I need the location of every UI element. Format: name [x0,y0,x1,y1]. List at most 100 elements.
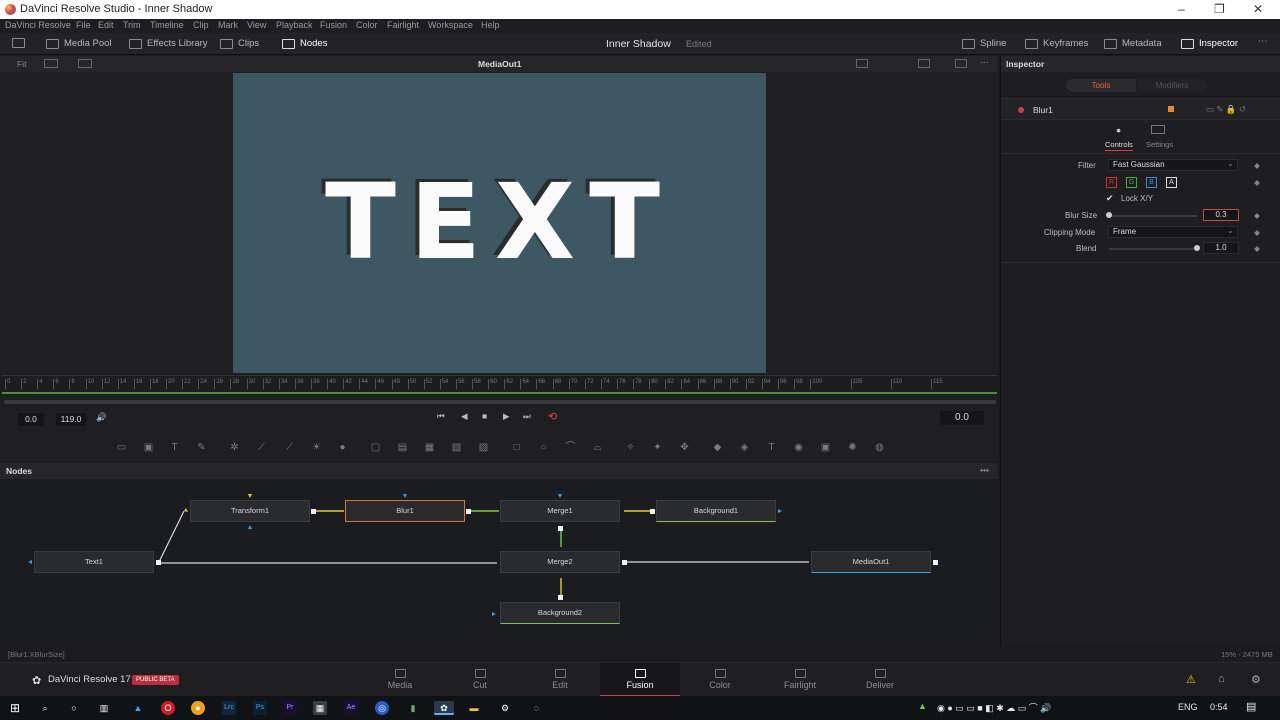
menu-fusion[interactable]: Fusion [320,20,347,30]
chrome-icon[interactable]: ● [191,701,205,715]
page-media[interactable]: Media [360,663,440,697]
media-pool-button[interactable]: Media Pool [46,38,112,49]
node-background2[interactable]: Background2 [500,602,620,624]
filter-dropdown[interactable]: Fast Gaussian [1108,159,1238,171]
matte-control-icon[interactable]: ▦ [423,441,436,454]
page-cut[interactable]: Cut [440,663,520,697]
settings-gear-icon[interactable]: ⚙ [1251,673,1261,686]
planar-tracker-icon[interactable]: ✦ [651,441,664,454]
timeline-scrubber[interactable] [4,400,996,404]
channel-boolean-icon[interactable]: ▤ [396,441,409,454]
menu-clip[interactable]: Clip [193,20,209,30]
tab-modifiers[interactable]: Modifiers [1137,79,1207,92]
roi-icon[interactable] [856,59,868,68]
cortana-icon[interactable]: ○ [67,701,81,715]
menu-edit[interactable]: Edit [98,20,114,30]
clock[interactable]: 0:54 [1210,702,1228,712]
paint-tool-icon[interactable]: ✎ [195,441,208,454]
resize-tool-icon[interactable]: ▧ [450,441,463,454]
view-options-icon[interactable] [44,59,58,68]
keyframe-diamond-icon[interactable] [1254,163,1260,169]
go-to-start-icon[interactable]: ⏮ [437,411,445,422]
app-icon[interactable]: ▲ [131,701,145,715]
text-tool-icon[interactable]: T [168,441,181,454]
bspline-mask-icon[interactable]: ⌓ [591,441,604,454]
viewer-panel[interactable]: TEXT [0,72,998,374]
play-icon[interactable]: ▶ [503,411,510,422]
browser-icon[interactable]: ◎ [375,701,389,715]
background-tool-icon[interactable]: ▭ [115,441,128,454]
rectangle-mask-icon[interactable]: □ [510,441,523,454]
settings-app-icon[interactable]: ⚙ [498,701,512,715]
merge2-output-port[interactable] [622,560,627,565]
effects-library-button[interactable]: Effects Library [129,38,208,49]
calculator-icon[interactable]: ▦ [313,701,327,715]
particles-tool-icon[interactable]: ✲ [228,441,241,454]
keyframe-diamond-icon[interactable] [1254,230,1260,236]
clips-button[interactable]: Clips [220,38,259,49]
light-3d-icon[interactable]: ✺ [846,441,859,454]
tool-enable-toggle[interactable] [1018,107,1024,113]
maximize-button[interactable]: ❐ [1214,2,1225,16]
transform1-output-port[interactable] [311,509,316,514]
channel-b-toggle[interactable]: B [1146,177,1157,188]
page-fusion[interactable]: Fusion [600,663,680,697]
text-3d-icon[interactable]: T [765,441,778,454]
page-fairlight[interactable]: Fairlight [760,663,840,697]
blur-size-field[interactable]: 0.3 [1203,209,1239,221]
minimize-button[interactable]: – [1178,2,1185,16]
keyframes-button[interactable]: Keyframes [1025,38,1088,49]
lightroom-icon[interactable]: Lrc [222,701,236,715]
tool-color-swatch[interactable] [1168,106,1174,112]
audio-icon[interactable]: 🔊 [96,412,107,423]
polygon-mask-icon[interactable]: ⌒ [564,441,577,454]
page-deliver[interactable]: Deliver [840,663,920,697]
viewer-canvas[interactable]: TEXT [233,73,766,373]
blur-size-slider[interactable] [1109,215,1197,217]
channel-g-toggle[interactable]: G [1126,177,1137,188]
menu-view[interactable]: View [247,20,266,30]
step-back-icon[interactable]: ◀ [461,411,468,422]
clipping-mode-dropdown[interactable]: Frame [1108,226,1238,238]
background2-output-port[interactable] [558,595,563,600]
more-options-icon[interactable]: ⋯ [1258,36,1268,47]
notifications-icon[interactable]: ▤ [1246,700,1256,713]
lock-xy-checkbox[interactable]: ✔ [1106,193,1114,204]
keyframe-diamond-icon[interactable] [1254,213,1260,219]
time-ruler[interactable]: 0 2 4 6 8 10 12 14 16 18 20 22 24 26 28 30 32 34 36 38 40 42 4… [2,375,997,394]
tool-icons[interactable]: ▭ ✎ 🔒 ↺ [1206,104,1246,115]
gradient-tool-icon[interactable]: ⟋ [255,441,268,454]
nvidia-tray-icon[interactable]: ▲ [918,701,927,711]
range-start-field[interactable]: 0.0 [18,413,44,426]
loop-icon[interactable]: ⟲ [548,410,557,423]
menu-timeline[interactable]: Timeline [150,20,184,30]
nodes-more-icon[interactable]: ••• [980,465,989,475]
menu-playback[interactable]: Playback [276,20,313,30]
node-transform1[interactable]: Transform1 [190,500,310,522]
menu-trim[interactable]: Trim [123,20,141,30]
close-button[interactable]: ✕ [1253,2,1263,16]
blur-size-knob[interactable] [1106,212,1112,218]
menu-file[interactable]: File [76,20,91,30]
node-merge2[interactable]: Merge2 [500,551,620,573]
menu-mark[interactable]: Mark [218,20,238,30]
cornerpin-icon[interactable]: ✥ [678,441,691,454]
nodes-button[interactable]: Nodes [282,38,327,49]
camera-3d-icon[interactable]: ▣ [819,441,832,454]
range-end-field[interactable]: 119.0 [56,413,86,426]
node-merge1[interactable]: Merge1 [500,500,620,522]
shape-3d-icon[interactable]: ◈ [738,441,751,454]
app3-icon[interactable]: ◌ [529,701,543,715]
go-to-end-icon[interactable]: ⏭ [523,411,531,422]
node-text1[interactable]: Text1 [34,551,154,573]
opera-icon[interactable]: O [161,701,175,715]
spline-button[interactable]: Spline [962,38,1006,49]
keyframe-diamond-icon[interactable] [1254,246,1260,252]
blend-slider[interactable] [1109,248,1197,250]
node-blur1[interactable]: Blur1 [345,500,465,522]
merge-3d-icon[interactable]: ◉ [792,441,805,454]
node-graph[interactable]: Transform1 Blur1 Merge1 Background1 Text… [0,480,998,646]
dual-viewer-icon[interactable] [955,59,967,68]
metadata-button[interactable]: Metadata [1104,38,1162,49]
blend-field[interactable]: 1.0 [1203,242,1239,254]
